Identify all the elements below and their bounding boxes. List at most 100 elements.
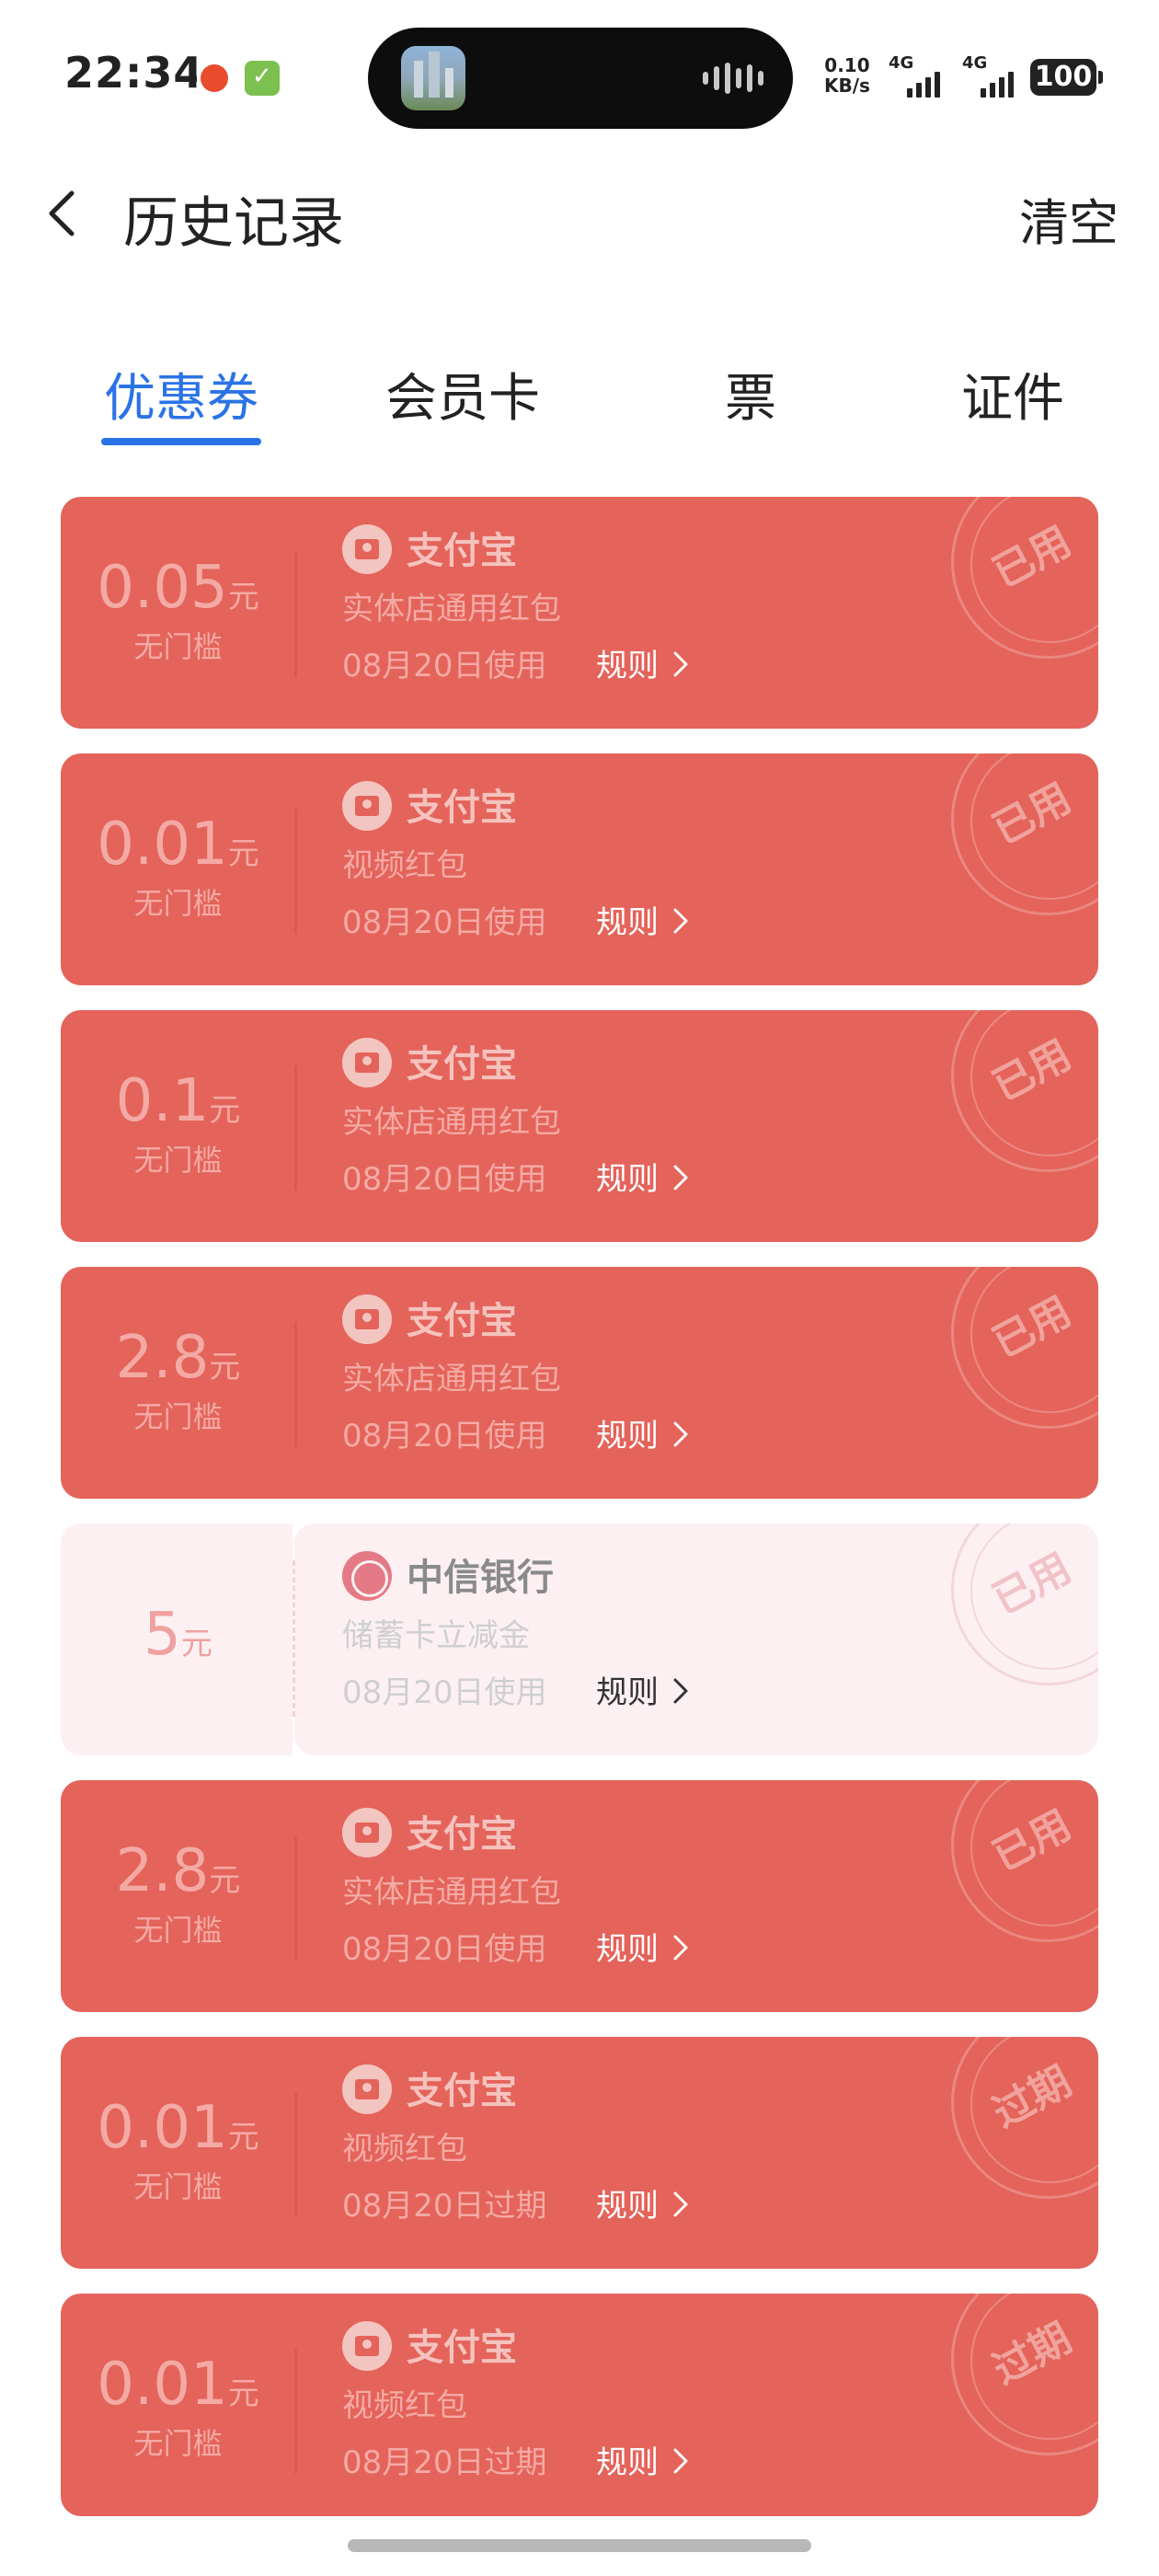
citic-bank-icon [342,1551,392,1601]
tab-active-indicator [101,438,261,445]
alipay-redpacket-icon [342,1038,392,1087]
coupon-description: 实体店通用红包 [342,1104,561,1141]
network-speed: 0.10 KB/s [824,55,870,96]
coupon-divider [294,2092,297,2217]
chevron-right-icon[interactable] [668,1676,692,1706]
coupon-card[interactable]: 0.01元 无门槛 支付宝 视频红包 08月20日过期 规则 过期 [61,2037,1098,2269]
coupon-threshold: 无门槛 [133,629,223,664]
coupon-description: 视频红包 [342,2387,467,2424]
tab-bar: 优惠券 会员卡 票 证件 [0,350,1159,460]
coupon-amount: 0.01元 [97,2094,259,2162]
coupon-divider [294,2349,297,2474]
chevron-right-icon[interactable] [668,1163,692,1192]
coupon-divider [294,809,297,934]
coupon-card[interactable]: 2.8元 无门槛 支付宝 实体店通用红包 08月20日使用 规则 已用 [61,1267,1098,1499]
chevron-left-icon[interactable] [37,186,92,241]
coupon-threshold: 无门槛 [133,1399,223,1434]
coupon-brand: 支付宝 [407,1300,517,1342]
alipay-redpacket-icon [342,2321,392,2371]
coupon-card[interactable]: 0.1元 无门槛 支付宝 实体店通用红包 08月20日使用 规则 已用 [61,1010,1098,1242]
coupon-rule-link[interactable]: 规则 [596,1410,659,1455]
coupon-brand: 支付宝 [407,530,517,572]
coupon-rule-link[interactable]: 规则 [596,2437,659,2482]
chevron-right-icon[interactable] [668,1420,692,1449]
coupon-amount: 0.1元 [115,1067,241,1135]
coupon-rule-link[interactable]: 规则 [596,2180,659,2225]
alipay-redpacket-icon [342,524,392,574]
network-speed-unit: KB/s [824,75,870,97]
coupon-card[interactable]: 0.05元 无门槛 支付宝 实体店通用红包 08月20日使用 规则 已用 [61,497,1098,729]
coupon-description: 视频红包 [342,847,467,884]
coupon-divider [294,552,297,677]
coupon-rule-link[interactable]: 规则 [596,640,659,685]
coupon-card[interactable]: 0.01元 无门槛 支付宝 视频红包 08月20日过期 规则 过期 [61,2294,1098,2516]
coupon-description: 储蓄卡立减金 [342,1617,530,1654]
tab-member-cards[interactable]: 会员卡 [383,357,543,431]
coupon-brand: 支付宝 [407,2327,517,2369]
coupon-card[interactable]: 0.01元 无门槛 支付宝 视频红包 08月20日使用 规则 已用 [61,753,1098,985]
coupon-description: 实体店通用红包 [342,591,561,627]
coupon-amount: 2.8元 [115,1324,241,1392]
coupon-rule-link[interactable]: 规则 [596,1154,659,1199]
coupon-divider [294,1835,297,1961]
coupon-date: 08月20日使用 [342,1161,547,1198]
coupon-threshold: 无门槛 [133,1143,223,1178]
coupon-date: 08月20日使用 [342,904,547,941]
coupon-date: 08月20日过期 [342,2444,547,2481]
tab-documents[interactable]: 证件 [953,357,1073,431]
home-indicator[interactable] [348,2539,811,2552]
coupon-threshold: 无门槛 [133,1913,223,1948]
network-speed-value: 0.10 [824,54,870,76]
coupon-divider [294,1065,297,1190]
tab-coupons[interactable]: 优惠券 [101,357,261,431]
coupon-amount: 2.8元 [115,1837,241,1905]
status-bar: 22:34 0.10 KB/s 4G 4G 100 [0,0,1159,156]
coupon-amount: 5元 [143,1601,212,1669]
alipay-redpacket-icon [342,2064,392,2114]
dynamic-island[interactable] [368,28,793,129]
notification-app-icon [197,61,232,96]
coupon-threshold: 无门槛 [133,2426,223,2461]
coupon-card[interactable]: 已用 5元 中信银行 储蓄卡立减金 08月20日使用 规则 [61,1524,1098,1755]
chevron-right-icon[interactable] [668,650,692,679]
coupon-description: 实体店通用红包 [342,1361,561,1397]
alipay-redpacket-icon [342,1294,392,1344]
battery-icon: 100 [1030,59,1103,96]
coupon-brand: 支付宝 [407,1043,517,1086]
coupon-rule-link[interactable]: 规则 [596,1924,659,1969]
coupon-amount: 0.05元 [97,554,259,622]
coupon-date: 08月20日使用 [342,1674,547,1711]
chevron-right-icon[interactable] [668,906,692,936]
coupon-brand: 支付宝 [407,787,517,829]
coupon-amount: 0.01元 [97,2351,259,2419]
coupon-brand: 中信银行 [407,1557,554,1599]
coupon-date: 08月20日过期 [342,2188,547,2225]
chevron-right-icon[interactable] [668,2446,692,2476]
coupon-date: 08月20日使用 [342,648,547,684]
app-header: 历史记录 清空 [0,156,1159,276]
coupon-threshold: 无门槛 [133,886,223,921]
coupon-brand: 支付宝 [407,1813,517,1856]
coupon-rule-link[interactable]: 规则 [596,897,659,942]
coupon-description: 视频红包 [342,2131,467,2168]
clear-button[interactable]: 清空 [1019,182,1119,255]
chevron-right-icon[interactable] [668,2190,692,2219]
coupon-brand: 支付宝 [407,2070,517,2112]
coupon-rule-link[interactable]: 规则 [596,1667,659,1712]
status-time: 22:34 [64,48,204,98]
media-thumbnail [401,46,465,110]
coupon-description: 实体店通用红包 [342,1874,561,1911]
coupon-threshold: 无门槛 [133,2169,223,2204]
coupon-amount: 0.01元 [97,811,259,879]
alipay-redpacket-icon [342,1808,392,1857]
coupon-divider [294,1322,297,1447]
audio-wave-icon [703,63,763,94]
page-title: 历史记录 [123,191,344,256]
coupon-date: 08月20日使用 [342,1931,547,1968]
coupon-card[interactable]: 2.8元 无门槛 支付宝 实体店通用红包 08月20日使用 规则 已用 [61,1780,1098,2012]
coupon-date: 08月20日使用 [342,1418,547,1455]
chevron-right-icon[interactable] [668,1933,692,1962]
alipay-redpacket-icon [342,781,392,831]
notification-check-icon [245,61,280,96]
tab-tickets[interactable]: 票 [705,357,797,431]
